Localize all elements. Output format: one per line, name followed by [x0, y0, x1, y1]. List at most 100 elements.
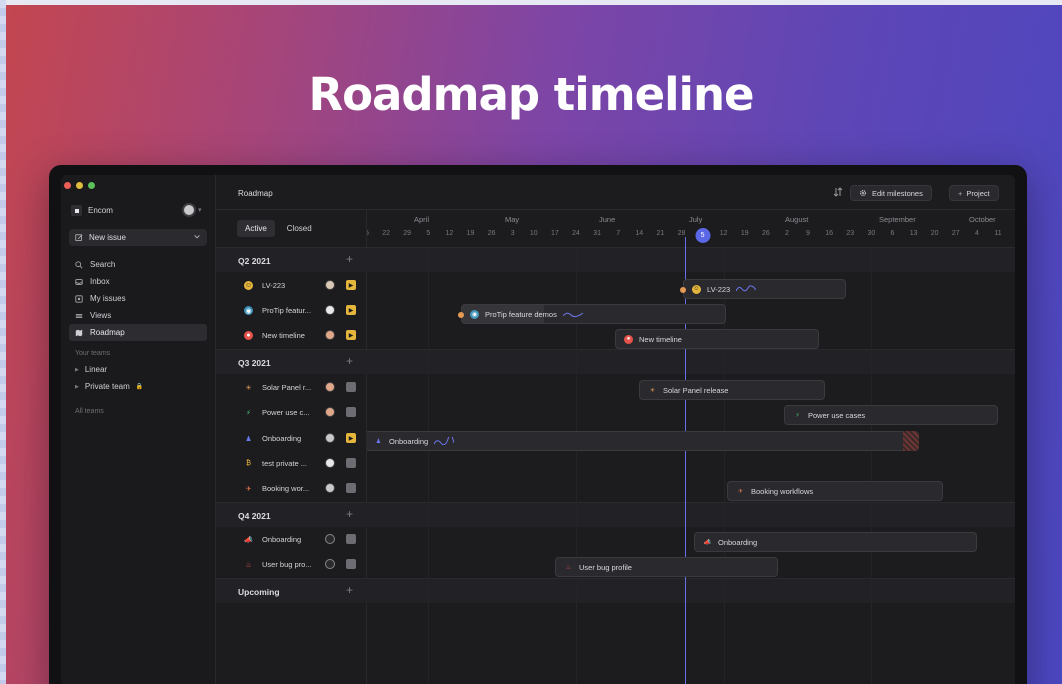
activity-sparkline-icon	[434, 437, 455, 445]
project-name: Booking wor...	[262, 484, 310, 493]
sidebar-item-roadmap[interactable]: Roadmap	[69, 324, 207, 341]
maximize-window-button[interactable]	[88, 182, 95, 189]
app-window: Encom ▾ New issue Search Inbox My issues…	[49, 165, 1027, 684]
user-icon: ♟	[375, 438, 382, 445]
project-row-onboarding-q3[interactable]: ♟ Onboarding ▶	[216, 426, 367, 451]
project-row-lv223[interactable]: ☺ LV-223 ▶	[216, 273, 367, 298]
project-row-onboarding-q4[interactable]: 📣 Onboarding	[216, 527, 367, 552]
project-row-protip[interactable]: ◉ ProTip featur... ▶	[216, 298, 367, 323]
flame-icon: ♨	[565, 564, 572, 571]
timeline-bar-new-timeline[interactable]: ● New timeline	[615, 329, 819, 349]
day-label: 24	[572, 230, 580, 237]
add-project-plus-icon[interactable]: +	[346, 252, 353, 266]
play-status-icon: ▶	[346, 433, 356, 443]
user-avatar[interactable]	[182, 203, 196, 217]
plus-icon: +	[958, 188, 963, 198]
timeline-bar-power-use[interactable]: ⚡ Power use cases	[784, 405, 998, 425]
day-label: 26	[761, 230, 770, 237]
day-label: 9	[806, 230, 811, 237]
timeline-days: 1522295121926310172431714212851219262916…	[367, 228, 1015, 243]
avatar	[325, 433, 335, 443]
day-label: 17	[550, 230, 559, 237]
add-project-button[interactable]: + Project	[949, 185, 999, 201]
play-status-icon: ▶	[346, 305, 356, 315]
project-row-booking[interactable]: ✈ Booking wor...	[216, 476, 367, 501]
lock-icon: 🔒	[135, 384, 144, 390]
workspace-switcher[interactable]: Encom	[71, 205, 113, 216]
timeline-bar-lv223[interactable]: ☺ LV-223	[680, 279, 846, 299]
new-issue-label: New issue	[89, 233, 126, 242]
group-label: Upcoming	[238, 587, 280, 597]
day-label: 14	[635, 230, 644, 237]
project-row-new-timeline[interactable]: ● New timeline ▶	[216, 323, 367, 348]
team-private[interactable]: ▶ Private team 🔒	[75, 382, 143, 391]
day-label: 15	[367, 230, 369, 237]
minimize-window-button[interactable]	[76, 182, 83, 189]
activity-sparkline-icon	[736, 285, 757, 292]
month-label: October	[969, 215, 996, 224]
workspace-logo-icon	[71, 205, 82, 216]
project-label: Project	[966, 188, 990, 198]
sidebar-item-search[interactable]: Search	[69, 256, 207, 273]
bar-label: Onboarding	[389, 436, 429, 446]
tab-closed[interactable]: Closed	[279, 220, 320, 237]
timeline-bar-user-bug[interactable]: ♨ User bug profile	[555, 557, 778, 577]
day-label: 16	[825, 230, 834, 237]
month-label: April	[414, 215, 430, 224]
sun-icon: ☀	[649, 387, 656, 394]
tab-active[interactable]: Active	[237, 220, 275, 237]
milestone-dot	[458, 312, 464, 318]
project-name: Onboarding	[262, 535, 302, 544]
backlog-status-icon	[346, 534, 356, 544]
day-label: 13	[909, 230, 918, 237]
backlog-status-icon	[346, 559, 356, 569]
sidebar-item-label: My issues	[90, 294, 126, 303]
top-background-strip	[0, 0, 1062, 5]
timeline-bar-solar-panel[interactable]: ☀ Solar Panel release	[639, 380, 825, 400]
project-name: User bug pro...	[262, 560, 312, 569]
stop-icon: ●	[244, 331, 253, 340]
sidebar-item-label: Roadmap	[90, 328, 125, 337]
day-label: 23	[846, 230, 855, 237]
today-day-badge: 5	[695, 228, 711, 243]
team-linear[interactable]: ▶ Linear	[75, 365, 107, 374]
team-name: Private team	[84, 382, 130, 391]
window-controls	[64, 182, 95, 189]
add-project-plus-icon[interactable]: +	[346, 507, 353, 521]
timeline-bar-onboarding-q3[interactable]: ♟ Onboarding	[367, 431, 919, 451]
sidebar-item-label: Search	[90, 260, 116, 269]
timeline-bar-booking[interactable]: ✈ Booking workflows	[727, 481, 943, 501]
views-icon	[75, 313, 83, 318]
project-row-user-bug[interactable]: ♨ User bug pro...	[216, 552, 367, 577]
day-label: 6	[890, 230, 895, 237]
backlog-status-icon	[346, 483, 356, 493]
edit-milestones-button[interactable]: Edit milestones	[850, 185, 932, 201]
new-issue-button[interactable]: New issue	[69, 229, 207, 246]
sort-icon[interactable]	[833, 187, 843, 197]
all-teams-label[interactable]: All teams	[75, 408, 104, 415]
project-name: LV-223	[262, 281, 286, 290]
timeline-bar-onboarding-q4[interactable]: 📣 Onboarding	[694, 532, 977, 552]
timeline-bar-protip[interactable]: ◉ ProTip feature demos	[458, 304, 726, 324]
stop-icon: ●	[624, 334, 633, 344]
close-window-button[interactable]	[64, 182, 71, 189]
bar-label: Booking workflows	[751, 486, 814, 496]
project-row-solar-panel[interactable]: ☀ Solar Panel r...	[216, 375, 367, 400]
avatar	[325, 330, 335, 340]
project-row-power-use[interactable]: ⚡ Power use c...	[216, 400, 367, 425]
chevron-down-icon: ▾	[198, 207, 202, 214]
month-label: July	[689, 215, 703, 224]
sidebar-item-my-issues[interactable]: My issues	[69, 290, 207, 307]
sidebar-item-views[interactable]: Views	[69, 307, 207, 324]
airplane-icon: ✈	[737, 488, 744, 495]
avatar	[325, 280, 335, 290]
add-project-plus-icon[interactable]: +	[346, 354, 353, 368]
triangle-right-icon: ▶	[75, 366, 79, 373]
month-label: September	[879, 215, 916, 224]
lightning-icon: ⚡	[795, 412, 800, 419]
smiley-icon: ☺	[244, 281, 253, 290]
sidebar-item-inbox[interactable]: Inbox	[69, 273, 207, 290]
project-row-test-private[interactable]: ₿ test private ...	[216, 451, 367, 476]
status-tabs: Active Closed	[237, 220, 320, 237]
add-project-plus-icon[interactable]: +	[346, 583, 353, 597]
